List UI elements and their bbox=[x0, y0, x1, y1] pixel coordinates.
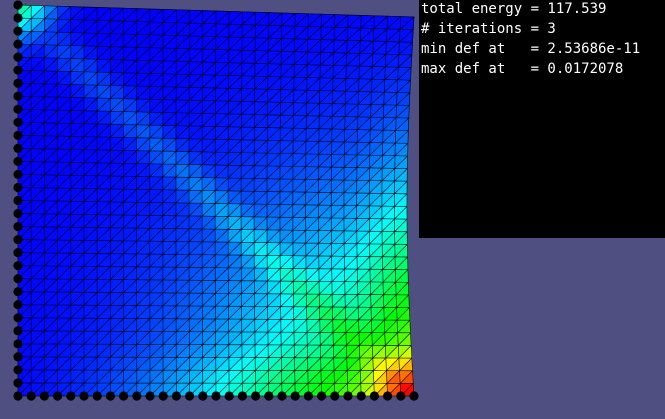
constraint-point[interactable] bbox=[13, 195, 23, 206]
constraint-point[interactable] bbox=[277, 391, 287, 401]
min-deformation-readout: min def at = 2.53686e-11 bbox=[421, 41, 641, 57]
constraint-point[interactable] bbox=[317, 391, 327, 401]
constraint-point[interactable] bbox=[92, 391, 102, 401]
constraint-point[interactable] bbox=[13, 13, 23, 23]
constraint-point[interactable] bbox=[79, 391, 89, 401]
constraint-point[interactable] bbox=[13, 52, 23, 62]
constraint-point[interactable] bbox=[13, 143, 23, 153]
constraint-point[interactable] bbox=[13, 156, 23, 166]
constraint-point[interactable] bbox=[383, 391, 393, 401]
constraint-point[interactable] bbox=[13, 352, 23, 362]
constraint-point[interactable] bbox=[13, 208, 23, 219]
constraint-point[interactable] bbox=[185, 391, 195, 401]
constraint-point[interactable] bbox=[13, 117, 23, 127]
iterations-readout: # iterations = 3 bbox=[421, 21, 556, 37]
constraint-point[interactable] bbox=[237, 391, 247, 401]
constraint-point[interactable] bbox=[330, 391, 340, 401]
constraint-point[interactable] bbox=[13, 300, 23, 310]
constraint-point[interactable] bbox=[13, 365, 23, 375]
constraint-point[interactable] bbox=[13, 248, 23, 258]
constraint-point[interactable] bbox=[132, 391, 142, 401]
constraint-point[interactable] bbox=[171, 391, 181, 401]
total-energy-readout: total energy = 117.539 bbox=[421, 1, 607, 17]
constraint-point[interactable] bbox=[145, 391, 155, 401]
constraint-point[interactable] bbox=[13, 130, 23, 140]
constraint-point[interactable] bbox=[13, 91, 23, 101]
mesh-edge bbox=[383, 79, 386, 93]
constraint-point[interactable] bbox=[53, 391, 63, 401]
mesh-edge bbox=[371, 53, 374, 67]
constraint-point[interactable] bbox=[409, 391, 419, 401]
constraint-point[interactable] bbox=[264, 391, 274, 401]
constraint-point[interactable] bbox=[13, 235, 23, 245]
constraint-point[interactable] bbox=[13, 221, 23, 232]
constraint-point[interactable] bbox=[13, 39, 23, 49]
constraint-point[interactable] bbox=[66, 391, 76, 401]
stats-panel: total energy = 117.539 # iterations = 3 … bbox=[419, 0, 665, 238]
constraint-point[interactable] bbox=[224, 391, 234, 401]
constraint-point[interactable] bbox=[39, 391, 50, 401]
constraint-point[interactable] bbox=[343, 391, 353, 401]
constraint-point[interactable] bbox=[303, 391, 313, 401]
constraint-point[interactable] bbox=[13, 378, 23, 388]
constraint-point[interactable] bbox=[356, 391, 366, 401]
constraint-point[interactable] bbox=[13, 326, 23, 336]
constraint-point[interactable] bbox=[13, 313, 23, 323]
constraint-point[interactable] bbox=[105, 391, 115, 401]
constraint-point[interactable] bbox=[369, 391, 379, 401]
constraint-point[interactable] bbox=[211, 391, 221, 401]
constraint-point[interactable] bbox=[158, 391, 168, 401]
render-viewport[interactable]: total energy = 117.539 # iterations = 3 … bbox=[0, 0, 665, 419]
constraint-point[interactable] bbox=[13, 65, 23, 75]
constraint-point[interactable] bbox=[13, 391, 23, 401]
mesh-edge bbox=[371, 345, 374, 358]
constraint-point[interactable] bbox=[13, 0, 23, 10]
mesh-edge bbox=[383, 320, 386, 333]
constraint-point[interactable] bbox=[251, 391, 261, 401]
constraint-point[interactable] bbox=[26, 391, 36, 401]
constraint-point[interactable] bbox=[13, 26, 23, 36]
constraint-point[interactable] bbox=[13, 339, 23, 349]
constraint-point[interactable] bbox=[198, 391, 208, 401]
max-deformation-readout: max def at = 0.0172078 bbox=[421, 61, 624, 77]
constraint-point[interactable] bbox=[13, 261, 23, 271]
constraint-point[interactable] bbox=[13, 182, 23, 193]
constraint-point[interactable] bbox=[13, 274, 23, 284]
constraint-point[interactable] bbox=[13, 104, 23, 114]
constraint-point[interactable] bbox=[13, 78, 23, 88]
constraint-point[interactable] bbox=[13, 287, 23, 297]
constraint-point[interactable] bbox=[13, 169, 23, 180]
constraint-point[interactable] bbox=[396, 391, 406, 401]
constraint-point[interactable] bbox=[119, 391, 129, 401]
constraint-point[interactable] bbox=[290, 391, 300, 401]
